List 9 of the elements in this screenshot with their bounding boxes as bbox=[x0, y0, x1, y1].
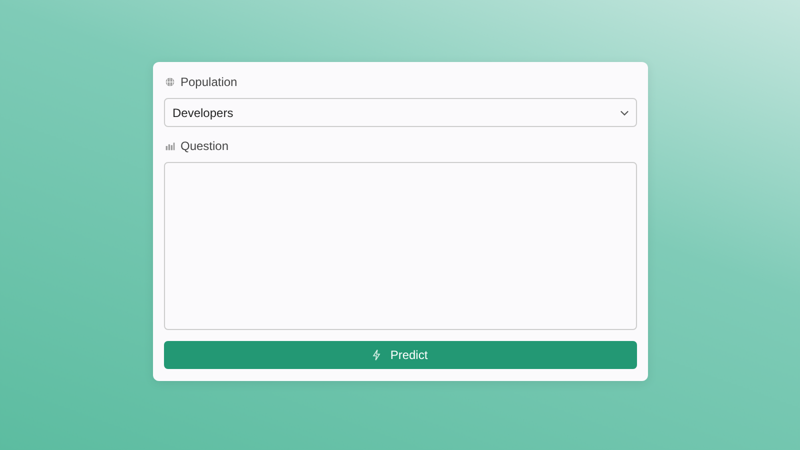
question-field[interactable] bbox=[164, 162, 636, 330]
bar-chart-icon bbox=[164, 140, 174, 150]
population-select[interactable]: Developers bbox=[164, 98, 636, 127]
field-label: Population bbox=[180, 74, 238, 88]
chevron-down-icon bbox=[620, 110, 628, 116]
lightning-icon bbox=[372, 349, 382, 361]
field-label: Question bbox=[180, 138, 229, 152]
predict-button[interactable]: Predict bbox=[164, 341, 636, 369]
globe-icon bbox=[164, 76, 174, 86]
